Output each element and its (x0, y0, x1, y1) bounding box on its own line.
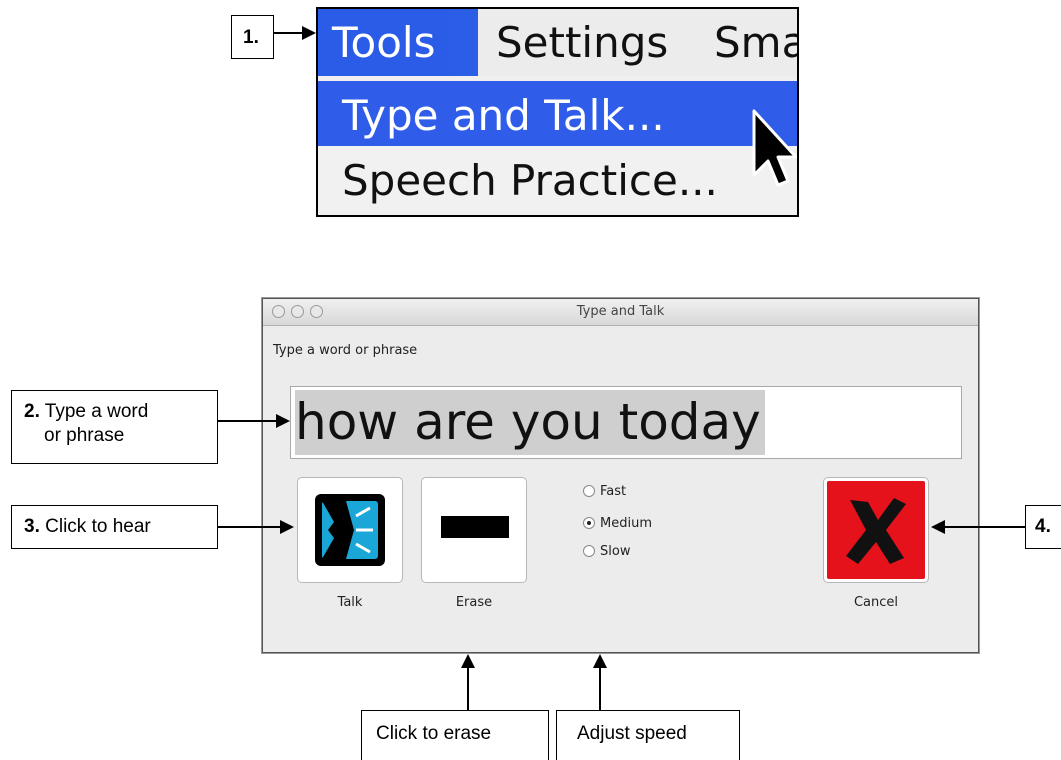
callout-4-arrow-line (943, 526, 1025, 528)
speed-option-fast[interactable]: Fast (583, 483, 626, 501)
erase-icon (441, 516, 509, 538)
callout-2-text-2: or phrase (44, 425, 125, 446)
menu-screenshot: Tools Settings Sma Type and Talk... Spee… (316, 7, 799, 217)
callout-2: 2. Type a word or phrase (11, 390, 218, 464)
callout-3-arrowhead (280, 520, 294, 534)
radio-slow[interactable] (583, 545, 595, 557)
menu-item-type-and-talk[interactable]: Type and Talk... (318, 81, 797, 150)
phrase-input[interactable]: how are you today (290, 386, 962, 459)
prompt-label: Type a word or phrase (273, 343, 418, 358)
radio-medium[interactable] (583, 517, 595, 529)
callout-2-number: 2. (24, 401, 40, 422)
callout-1-number: 1. (243, 27, 259, 48)
erase-callout-arrowhead (461, 654, 475, 668)
menu-item-speech-practice[interactable]: Speech Practice... (318, 146, 797, 215)
callout-2-text-1: Type a word (44, 401, 149, 422)
speed-callout-text: Adjust speed (577, 723, 687, 744)
window-title: Type and Talk (576, 304, 665, 319)
speed-label-slow: Slow (600, 544, 631, 557)
titlebar: Type and Talk (263, 299, 978, 326)
callout-2-line1: 2. Type a word (24, 401, 148, 423)
cancel-label: Cancel (853, 595, 899, 610)
talk-button[interactable] (297, 477, 403, 583)
erase-button[interactable] (421, 477, 527, 583)
speed-option-medium[interactable]: Medium (583, 515, 652, 533)
cancel-x-icon (846, 498, 906, 564)
callout-3: 3. Click to hear (11, 505, 218, 549)
callout-1: 1. (231, 15, 274, 59)
callout-1-arrow-line (274, 32, 304, 34)
speed-callout-arrowhead (593, 654, 607, 668)
menu-smart[interactable]: Sma (714, 9, 797, 76)
callout-4: 4. (1025, 505, 1061, 549)
type-and-talk-dialog: Type and Talk Type a word or phrase how … (262, 298, 979, 653)
phrase-input-value: how are you today (295, 390, 765, 455)
speed-callout-arrow-line (599, 667, 601, 710)
callout-3-number: 3. (24, 516, 40, 537)
menu-settings[interactable]: Settings (496, 9, 668, 76)
callout-3-text: Click to hear (45, 516, 151, 537)
callout-3-content: 3. Click to hear (24, 516, 151, 538)
erase-callout-arrow-line (467, 667, 469, 710)
speed-label-fast: Fast (600, 484, 627, 499)
talk-icon (315, 494, 385, 566)
callout-4-arrowhead (931, 520, 945, 534)
menu-tools[interactable]: Tools (318, 9, 450, 76)
erase-callout-text: Click to erase (376, 723, 492, 744)
speed-option-slow[interactable]: Slow (583, 543, 630, 557)
callout-2-arrowhead (276, 414, 290, 428)
callout-4-number: 4. (1035, 516, 1051, 537)
erase-label: Erase (455, 595, 493, 610)
callout-2-arrow-line (218, 420, 278, 422)
speed-label-medium: Medium (600, 516, 652, 531)
cancel-button[interactable] (823, 477, 929, 583)
radio-fast[interactable] (583, 485, 595, 497)
callout-3-arrow-line (218, 526, 282, 528)
erase-callout: Click to erase (361, 710, 549, 760)
callout-1-arrowhead (302, 26, 316, 40)
mouse-cursor-icon (752, 109, 797, 187)
talk-label: Talk (337, 595, 363, 610)
speed-callout: Adjust speed (556, 710, 740, 760)
